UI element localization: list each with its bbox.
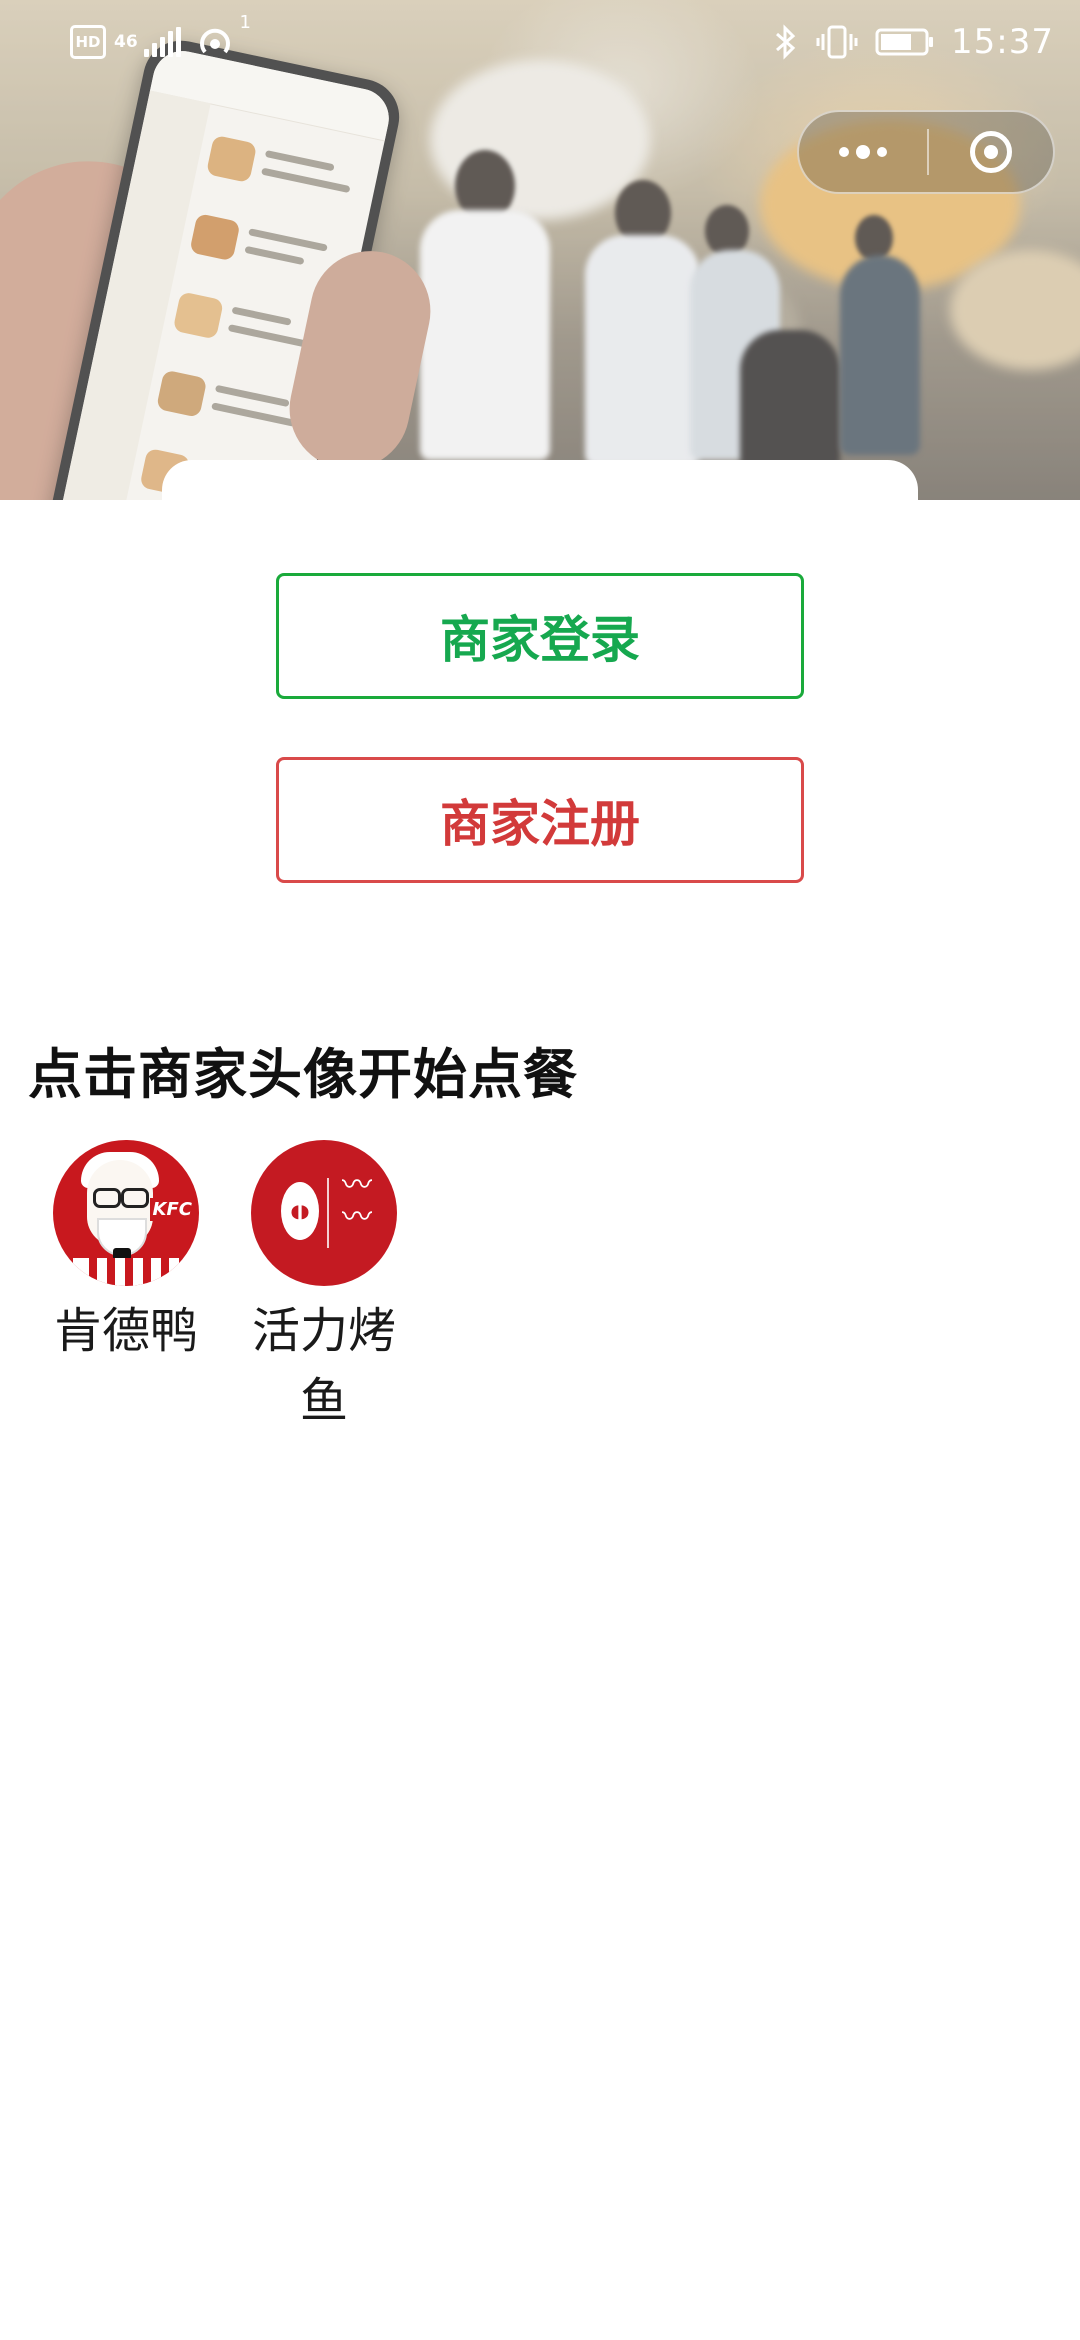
merchant-register-button[interactable]: 商家注册	[276, 757, 804, 883]
hotspot-count: 1	[239, 12, 251, 33]
fish-calligraphy-mark: 〰〰	[342, 1168, 372, 1235]
kfc-logo-text: KFC	[149, 1198, 195, 1221]
merchant-avatar[interactable]: KFC	[53, 1140, 199, 1286]
merchant-name: 活力烤 鱼	[251, 1303, 396, 1429]
merchant-item-fish[interactable]: ◖◗ 〰〰 活力烤 鱼	[234, 1140, 414, 1436]
hotspot-icon: 1	[195, 12, 251, 62]
more-dots-icon[interactable]	[799, 112, 927, 192]
hd-icon: HD	[70, 25, 106, 59]
miniprogram-capsule	[797, 110, 1055, 194]
merchant-name: 肯德鸭	[53, 1303, 198, 1359]
target-circle-icon[interactable]	[929, 112, 1053, 192]
signal-icon	[144, 27, 181, 57]
network-type-label: 46	[114, 32, 138, 52]
merchant-item-kfc[interactable]: KFC 肯德鸭	[36, 1140, 216, 1366]
content-card-top	[162, 460, 918, 540]
bluetooth-icon	[776, 24, 796, 60]
merchant-login-button[interactable]: 商家登录	[276, 573, 804, 699]
merchant-avatar[interactable]: ◖◗ 〰〰	[251, 1140, 397, 1286]
status-time: 15:37	[951, 22, 1054, 62]
battery-icon	[875, 28, 934, 56]
merchants-section-title: 点击商家头像开始点餐	[28, 1043, 578, 1106]
status-bar: HD 46 1 15:37	[0, 0, 1080, 88]
fish-logo-icon: ◖◗	[281, 1182, 319, 1240]
vibrate-icon	[816, 25, 858, 59]
